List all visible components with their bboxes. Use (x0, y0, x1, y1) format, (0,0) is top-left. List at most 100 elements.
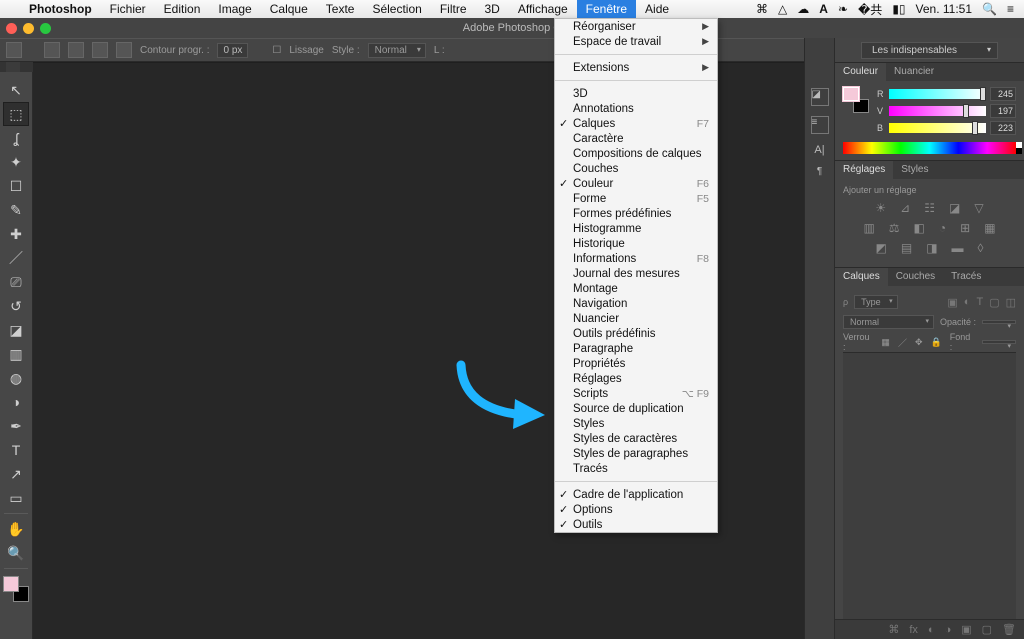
menu-item-histogramme[interactable]: Histogramme (555, 221, 717, 236)
selection-new-icon[interactable] (44, 42, 60, 58)
mask-icon[interactable]: ◐ (928, 624, 935, 636)
balance-icon[interactable]: ⚖ (889, 221, 900, 235)
menu-item-r-organiser[interactable]: Réorganiser▶ (555, 19, 717, 34)
eyedropper-tool[interactable]: ✎ (4, 199, 28, 221)
stamp-tool[interactable]: ⎚ (4, 271, 28, 293)
filter-img-icon[interactable]: ▣ (947, 296, 957, 309)
posterize-icon[interactable]: ▤ (901, 241, 912, 255)
menu-item-outils[interactable]: ✓Outils (555, 517, 717, 532)
zoom-window[interactable] (40, 23, 51, 34)
menu-item-espace-de-travail[interactable]: Espace de travail▶ (555, 34, 717, 49)
menu-item-calques[interactable]: ✓CalquesF7 (555, 116, 717, 131)
menu-item-styles-de-paragraphes[interactable]: Styles de paragraphes (555, 446, 717, 461)
battery-icon[interactable]: ▮▯ (892, 2, 905, 16)
menu-aide[interactable]: Aide (636, 0, 678, 18)
photo-filter-icon[interactable]: ◔ (939, 221, 946, 235)
menu-item-propri-t-s[interactable]: Propriétés (555, 356, 717, 371)
trash-icon[interactable]: 🗑 (1002, 623, 1016, 636)
menu-photoshop[interactable]: Photoshop (20, 0, 101, 18)
menu-item-3d[interactable]: 3D (555, 86, 717, 101)
menu-selection[interactable]: Sélection (363, 0, 430, 18)
menu-item-styles-de-caract-res[interactable]: Styles de caractères (555, 431, 717, 446)
crop-tool[interactable]: ☐ (4, 175, 28, 197)
menu-texte[interactable]: Texte (317, 0, 364, 18)
clock[interactable]: Ven. 11:51 (916, 2, 973, 16)
menu-item-compositions-de-calques[interactable]: Compositions de calques (555, 146, 717, 161)
pen-tool[interactable]: ✒ (4, 415, 28, 437)
lock-pixels-icon[interactable]: ▦ (881, 337, 890, 348)
menu-item-trac-s[interactable]: Tracés (555, 461, 717, 476)
opacity-field[interactable] (982, 320, 1016, 324)
menu-item-navigation[interactable]: Navigation (555, 296, 717, 311)
minimize-window[interactable] (23, 23, 34, 34)
color-panel-swatches[interactable] (843, 87, 869, 113)
brush-tool[interactable]: ／ (4, 247, 28, 269)
menu-item-formes-pr-d-finies[interactable]: Formes prédéfinies (555, 206, 717, 221)
filter-adj-icon[interactable]: ◐ (964, 296, 971, 309)
layers-tab[interactable]: Calques (835, 268, 888, 286)
brightness-icon[interactable]: ☀ (875, 201, 886, 215)
menu-item-montage[interactable]: Montage (555, 281, 717, 296)
menu-item-historique[interactable]: Historique (555, 236, 717, 251)
magic-wand-tool[interactable]: ✦ (4, 151, 28, 173)
menu-list-icon[interactable]: ≡ (1007, 2, 1014, 16)
v-value[interactable]: 197 (990, 104, 1016, 118)
selective-color-icon[interactable]: ◊ (978, 241, 984, 255)
mixer-icon[interactable]: ⊞ (960, 221, 970, 235)
color-tab[interactable]: Couleur (835, 63, 886, 81)
cloud-icon[interactable]: ☁ (797, 2, 809, 16)
gradient-map-icon[interactable]: ▬ (952, 241, 964, 255)
menu-edition[interactable]: Edition (155, 0, 210, 18)
blur-tool[interactable]: ◍ (4, 367, 28, 389)
menu-fichier[interactable]: Fichier (101, 0, 155, 18)
b-value[interactable]: 223 (990, 121, 1016, 135)
dodge-tool[interactable]: ◑ (4, 391, 28, 413)
menu-item-annotations[interactable]: Annotations (555, 101, 717, 116)
menu-item-styles[interactable]: Styles (555, 416, 717, 431)
spotlight-icon[interactable]: 🔍 (982, 2, 997, 16)
menu-item-outils-pr-d-finis[interactable]: Outils prédéfinis (555, 326, 717, 341)
character-panel-icon[interactable]: A| (814, 144, 824, 156)
menu-item-paragraphe[interactable]: Paragraphe (555, 341, 717, 356)
spectrum-bar[interactable] (843, 142, 1016, 154)
menu-item-forme[interactable]: FormeF5 (555, 191, 717, 206)
swatches-tab[interactable]: Nuancier (886, 63, 942, 81)
selection-sub-icon[interactable] (92, 42, 108, 58)
r-slider[interactable] (889, 89, 986, 99)
styles-tab[interactable]: Styles (893, 161, 936, 179)
tool-preset-icon[interactable] (6, 42, 22, 58)
selection-add-icon[interactable] (68, 42, 84, 58)
close-window[interactable] (6, 23, 17, 34)
path-tool[interactable]: ↗ (4, 463, 28, 485)
lock-move-icon[interactable]: ✥ (915, 337, 923, 348)
history-panel-icon[interactable]: ◪ (811, 88, 829, 106)
v-slider[interactable] (889, 106, 986, 116)
workspace-switcher[interactable]: Les indispensables (861, 42, 998, 59)
style-select[interactable]: Normal (368, 43, 426, 58)
bw-icon[interactable]: ◧ (914, 221, 925, 235)
b-slider[interactable] (889, 123, 986, 133)
hand-tool[interactable]: ✋ (4, 518, 28, 540)
feather-field[interactable]: 0 px (217, 43, 248, 58)
adjustments-tab[interactable]: Réglages (835, 161, 893, 179)
filter-smart-icon[interactable]: ◫ (1006, 296, 1016, 309)
menu-item-cadre-de-l-application[interactable]: ✓Cadre de l'application (555, 487, 717, 502)
shape-tool[interactable]: ▭ (4, 487, 28, 509)
menu-item-nuancier[interactable]: Nuancier (555, 311, 717, 326)
history-brush-tool[interactable]: ↺ (4, 295, 28, 317)
lock-all-icon[interactable]: 🔒 (931, 337, 942, 348)
color-swatches[interactable] (3, 576, 29, 602)
menu-image[interactable]: Image (209, 0, 260, 18)
link-icon[interactable]: ⌘ (756, 2, 768, 16)
menu-item-caract-re[interactable]: Caractère (555, 131, 717, 146)
menu-item-couleur[interactable]: ✓CouleurF6 (555, 176, 717, 191)
tools-collapse-tab[interactable] (6, 62, 20, 72)
r-value[interactable]: 245 (990, 87, 1016, 101)
menu-3d[interactable]: 3D (476, 0, 509, 18)
hue-icon[interactable]: ▥ (863, 221, 874, 235)
layer-filter-select[interactable]: Type (854, 295, 898, 309)
vibrance-icon[interactable]: ▽ (974, 201, 983, 215)
new-layer-icon[interactable]: ▢ (982, 623, 992, 636)
menu-item-couches[interactable]: Couches (555, 161, 717, 176)
paragraph-panel-icon[interactable]: ¶ (817, 166, 822, 177)
